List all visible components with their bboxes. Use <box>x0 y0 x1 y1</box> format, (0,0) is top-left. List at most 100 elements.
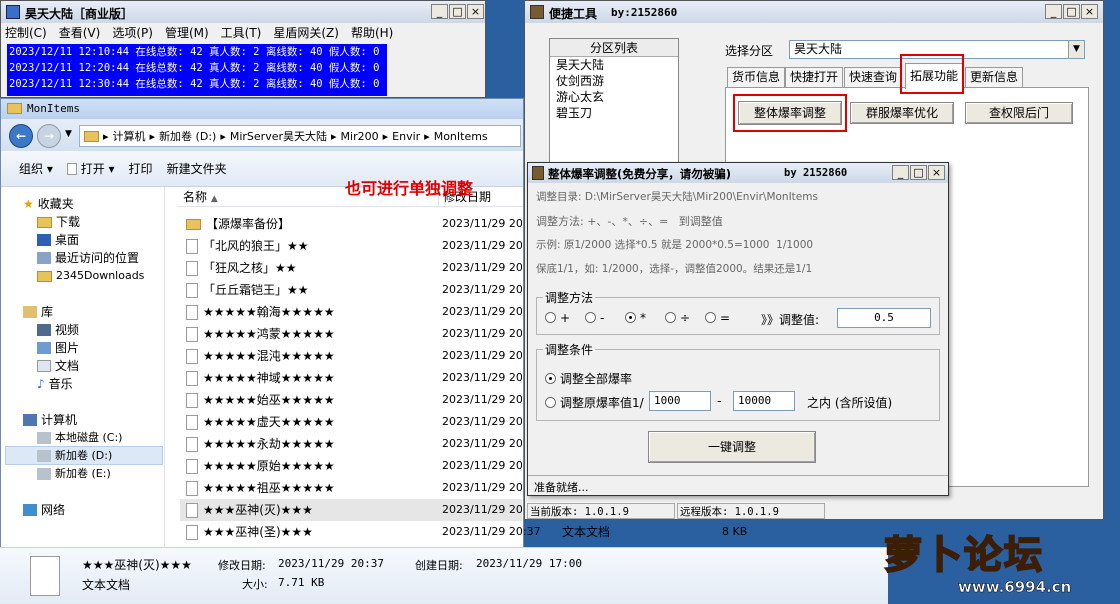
menu-view[interactable]: 查看(V) <box>59 24 101 42</box>
text-file-icon <box>186 436 198 452</box>
group-server-optimize-button[interactable]: 群服爆率优化 <box>850 102 954 124</box>
tree-library[interactable]: 库 <box>23 303 53 321</box>
radio-equals[interactable]: = <box>705 311 730 325</box>
tree-new-volume-d[interactable]: 新加卷 (D:) <box>37 447 112 465</box>
watermark-url: www.6994.cn <box>958 578 1072 597</box>
chevron-down-icon[interactable]: ▼ <box>1068 41 1084 58</box>
list-item[interactable]: ★★★★★祖巫★★★★★ 2023/11/29 20 <box>180 477 522 499</box>
radio-plus[interactable]: + <box>545 311 570 325</box>
tree-videos[interactable]: 视频 <box>37 321 79 339</box>
breadcrumb-item[interactable]: Envir <box>392 130 420 143</box>
menu-tools[interactable]: 工具(T) <box>221 24 262 42</box>
list-item[interactable]: 【源爆率备份】 2023/11/29 20 <box>180 213 522 235</box>
list-item[interactable]: ★★★★★虚天★★★★★ 2023/11/29 20 <box>180 411 522 433</box>
radio-adjust-all[interactable]: 调整全部爆率 <box>545 370 632 387</box>
radio-divide[interactable]: ÷ <box>665 311 690 325</box>
breadcrumb-item[interactable]: MirServer昊天大陆 <box>230 128 327 144</box>
details-created: 2023/11/29 17:00 <box>476 557 582 570</box>
tree-local-disk[interactable]: 本地磁盘 (C:) <box>37 429 122 447</box>
menu-help[interactable]: 帮助(H) <box>351 24 393 42</box>
list-item[interactable]: 「丘丘霜铠王」★★ 2023/11/29 20 <box>180 279 522 301</box>
check-backdoor-button[interactable]: 查权限后门 <box>965 102 1073 124</box>
list-item[interactable]: ★★★★★神域★★★★★ 2023/11/29 20 <box>180 367 522 389</box>
partition-item[interactable]: 昊天大陆 <box>550 57 678 73</box>
apply-adjust-button[interactable]: 一键调整 <box>648 431 816 463</box>
list-item[interactable]: ★★★★★混沌★★★★★ 2023/11/29 20 <box>180 345 522 367</box>
open-button[interactable]: 打开 ▾ <box>66 160 115 177</box>
maximize-button[interactable]: □ <box>449 4 466 19</box>
list-item-selected[interactable]: ★★★巫神(灭)★★★ 2023/11/29 20 <box>180 499 522 521</box>
menu-gateway[interactable]: 星盾网关(Z) <box>273 24 339 42</box>
dialog-titlebar[interactable]: 整体爆率调整(免费分享，请勿被骗) by 2152860 _ □ × <box>528 163 948 183</box>
tree-documents[interactable]: 文档 <box>37 357 79 375</box>
minimize-button[interactable]: _ <box>1045 4 1062 19</box>
list-item[interactable]: ★★★★★翰海★★★★★ 2023/11/29 20 <box>180 301 522 323</box>
chevron-right-icon: ▸ <box>149 129 156 143</box>
list-item[interactable]: ★★★★★永劫★★★★★ 2023/11/29 20 <box>180 433 522 455</box>
breadcrumb-item[interactable]: 计算机 <box>113 128 146 144</box>
log-line: 2023/12/11 12:10:44 在线总数: 42 真人数: 2 离线数:… <box>9 46 380 58</box>
quick-tool-author: by:2152860 <box>611 6 678 19</box>
tree-new-volume-e[interactable]: 新加卷 (E:) <box>37 465 111 483</box>
list-item[interactable]: 「北风的狼王」★★ 2023/11/29 20 <box>180 235 522 257</box>
tree-recent[interactable]: 最近访问的位置 <box>37 249 139 267</box>
maximize-button[interactable]: □ <box>910 165 927 180</box>
history-dropdown-icon[interactable]: ▼ <box>65 129 72 139</box>
explorer-navbar: ← → ▼ ▸ 计算机 ▸ 新加卷 (D:) ▸ MirServer昊天大陆 ▸… <box>1 119 523 151</box>
address-bar[interactable]: ▸ 计算机 ▸ 新加卷 (D:) ▸ MirServer昊天大陆 ▸ Mir20… <box>79 125 521 147</box>
tree-network[interactable]: 网络 <box>23 501 65 519</box>
partition-list[interactable]: 分区列表 昊天大陆 仗剑西游 游心太玄 碧玉刀 <box>549 38 679 168</box>
radio-adjust-range[interactable]: 调整原爆率值1/ <box>545 394 644 411</box>
tree-favorites[interactable]: ★ 收藏夹 <box>23 195 74 213</box>
tab-quick-query[interactable]: 快速查询 <box>844 67 903 87</box>
range-from-input[interactable]: 1000 <box>649 391 711 411</box>
tab-currency[interactable]: 货币信息 <box>727 67 786 87</box>
partition-item[interactable]: 游心太玄 <box>550 89 678 105</box>
document-icon <box>37 360 51 372</box>
list-item[interactable]: 「狂风之核」★★ 2023/11/29 20 <box>180 257 522 279</box>
tree-2345downloads[interactable]: 2345Downloads <box>37 267 144 285</box>
close-button[interactable]: × <box>1081 4 1098 19</box>
list-item[interactable]: ★★★★★始巫★★★★★ 2023/11/29 20 <box>180 389 522 411</box>
app-icon <box>530 5 544 19</box>
list-item[interactable]: ★★★★★鸿蒙★★★★★ 2023/11/29 20 <box>180 323 522 345</box>
log-output[interactable]: 2023/12/11 12:10:44 在线总数: 42 真人数: 2 离线数:… <box>7 44 387 96</box>
radio-multiply[interactable]: * <box>625 311 646 325</box>
menu-manage[interactable]: 管理(M) <box>165 24 209 42</box>
breadcrumb-item[interactable]: 新加卷 (D:) <box>159 128 216 144</box>
breadcrumb-item[interactable]: MonItems <box>434 130 488 143</box>
tree-computer[interactable]: 计算机 <box>23 411 77 429</box>
menu-control[interactable]: 控制(C) <box>5 24 47 42</box>
drive-icon <box>37 432 51 444</box>
back-button[interactable]: ← <box>9 124 33 148</box>
partition-item[interactable]: 碧玉刀 <box>550 105 678 121</box>
list-item[interactable]: ★★★巫神(圣)★★★ 2023/11/29 20:37 文本文档 8 KB <box>180 521 888 543</box>
minimize-button[interactable]: _ <box>892 165 909 180</box>
adjust-value-input[interactable]: 0.5 <box>837 308 931 328</box>
breadcrumb-item[interactable]: Mir200 <box>341 130 379 143</box>
text-file-icon <box>186 414 198 430</box>
quick-tool-titlebar[interactable]: 便捷工具 by:2152860 _ □ × <box>525 1 1103 23</box>
minimize-button[interactable]: _ <box>431 4 448 19</box>
explorer-titlebar[interactable]: MonItems <box>1 99 523 119</box>
tree-pictures[interactable]: 图片 <box>37 339 79 357</box>
organize-button[interactable]: 组织 ▾ <box>19 160 53 177</box>
list-item[interactable]: ★★★★★原始★★★★★ 2023/11/29 20 <box>180 455 522 477</box>
print-button[interactable]: 打印 <box>129 160 153 177</box>
tab-update-info[interactable]: 更新信息 <box>965 67 1024 87</box>
tab-quick-open[interactable]: 快捷打开 <box>785 67 844 87</box>
forward-button[interactable]: → <box>37 124 61 148</box>
partition-item[interactable]: 仗剑西游 <box>550 73 678 89</box>
maximize-button[interactable]: □ <box>1063 4 1080 19</box>
log-window: 昊天大陆［商业版］ _ □ × 控制(C) 查看(V) 选项(P) 管理(M) … <box>0 0 486 98</box>
tree-desktop[interactable]: 桌面 <box>37 231 79 249</box>
radio-minus[interactable]: - <box>585 311 604 325</box>
tree-downloads[interactable]: 下载 <box>37 213 80 231</box>
close-button[interactable]: × <box>467 4 484 19</box>
tree-music[interactable]: ♪ 音乐 <box>37 375 73 393</box>
menu-options[interactable]: 选项(P) <box>112 24 153 42</box>
log-window-titlebar[interactable]: 昊天大陆［商业版］ _ □ × <box>1 1 485 23</box>
new-folder-button[interactable]: 新建文件夹 <box>167 160 227 177</box>
close-button[interactable]: × <box>928 165 945 180</box>
range-to-input[interactable]: 10000 <box>733 391 795 411</box>
